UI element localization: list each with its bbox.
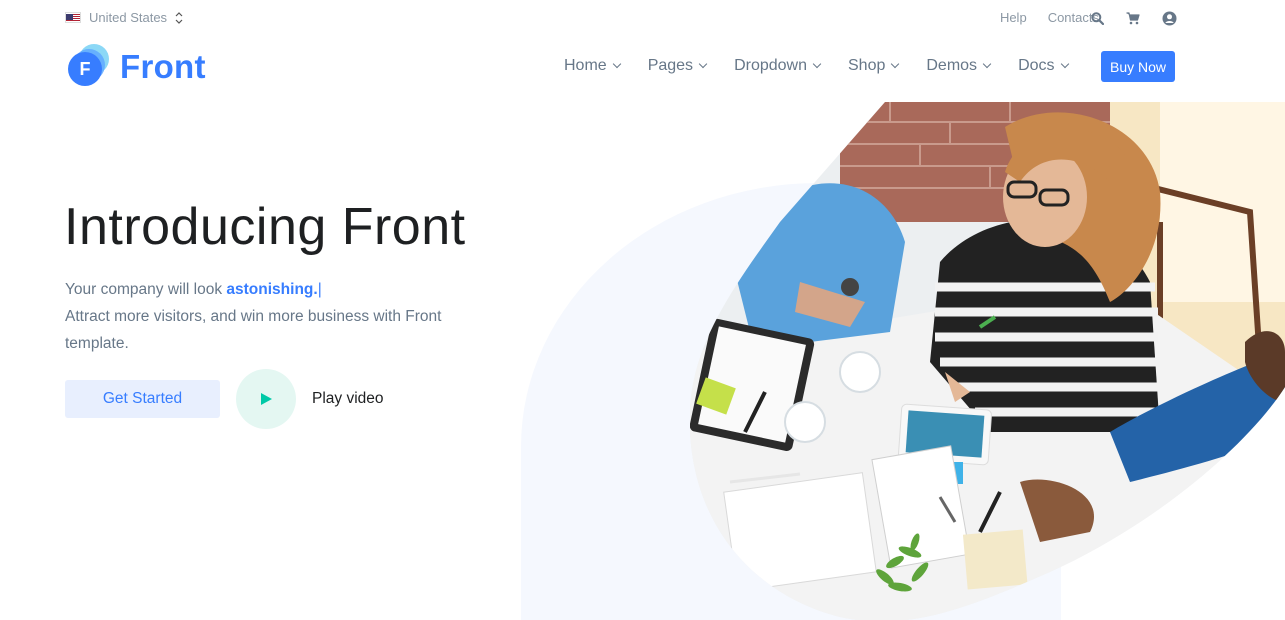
top-bar: United States Help Contacts xyxy=(0,0,1285,36)
typed-word: astonishing. xyxy=(226,281,318,298)
nav-label: Dropdown xyxy=(734,57,807,74)
brand-name: Front xyxy=(120,47,206,85)
language-label: United States xyxy=(89,10,168,25)
chevron-down-icon xyxy=(891,59,900,69)
nav-item-shop[interactable]: Shop xyxy=(848,57,900,75)
nav-label: Pages xyxy=(647,57,694,74)
user-account-icon[interactable] xyxy=(1161,10,1177,26)
play-icon xyxy=(261,393,272,405)
hero-image xyxy=(690,102,1285,620)
logo-letter: F xyxy=(80,59,91,79)
nav-item-dropdown[interactable]: Dropdown xyxy=(734,57,822,75)
play-video-button[interactable] xyxy=(236,369,296,429)
buy-now-button[interactable]: Buy Now xyxy=(1101,51,1175,82)
hero-title: Introducing Front xyxy=(64,198,466,256)
chevron-up-down-icon xyxy=(175,11,183,25)
language-selector[interactable]: United States xyxy=(65,10,183,25)
hero-line2: Attract more visitors, and win more busi… xyxy=(65,308,442,352)
brand-logo[interactable]: F Front xyxy=(65,43,206,90)
hero-line1-prefix: Your company will look xyxy=(65,281,223,298)
chevron-down-icon xyxy=(812,59,822,69)
search-icon[interactable] xyxy=(1089,10,1105,26)
chevron-down-icon xyxy=(612,59,621,69)
nav-item-docs[interactable]: Docs xyxy=(1018,57,1069,75)
hero-subtitle: Your company will look astonishing.| Att… xyxy=(65,276,475,357)
front-logo-icon: F xyxy=(65,43,112,90)
get-started-button[interactable]: Get Started xyxy=(65,380,220,418)
chevron-down-icon xyxy=(1060,59,1069,69)
play-video-link[interactable]: Play video xyxy=(312,390,384,408)
main-nav: Home Pages Dropdown Shop Demos Docs xyxy=(564,57,1069,75)
nav-item-pages[interactable]: Pages xyxy=(647,57,708,75)
chevron-down-icon xyxy=(698,59,708,69)
nav-label: Demos xyxy=(926,57,978,74)
chevron-down-icon xyxy=(982,59,992,69)
cart-icon[interactable] xyxy=(1125,10,1141,26)
nav-label: Home xyxy=(564,57,607,74)
nav-label: Shop xyxy=(848,57,886,74)
nav-item-home[interactable]: Home xyxy=(564,57,621,75)
us-flag-icon xyxy=(65,12,81,23)
typing-cursor: | xyxy=(317,281,322,298)
help-link[interactable]: Help xyxy=(1000,10,1027,25)
nav-label: Docs xyxy=(1018,57,1055,74)
nav-item-demos[interactable]: Demos xyxy=(926,57,992,75)
